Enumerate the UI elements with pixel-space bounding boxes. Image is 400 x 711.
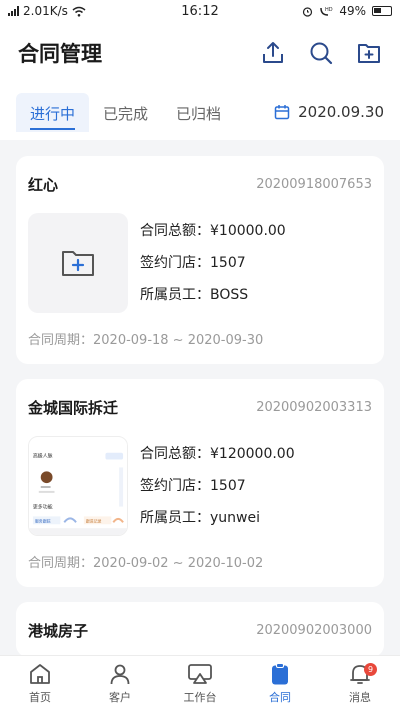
nav-contracts[interactable]: 合同: [240, 656, 320, 711]
nav-label: 消息: [349, 691, 371, 704]
bottom-nav: 首页 客户 工作台 合同 9 消息: [0, 655, 400, 711]
upload-icon[interactable]: [260, 40, 286, 66]
contract-store: 签约门店：1507: [140, 478, 246, 494]
network-speed: 2.01K/s: [23, 4, 68, 18]
thumb-text-b: 更多功能: [33, 504, 53, 511]
nav-messages[interactable]: 9 消息: [320, 656, 400, 711]
contract-thumbnail[interactable]: 高級人脉 更多功能 服务跟踪 跟进记录: [28, 436, 128, 536]
contract-thumbnail[interactable]: [28, 213, 128, 313]
contract-name: 金城国际拆迁: [28, 399, 119, 417]
signal-icon: [8, 6, 19, 16]
tab-in-progress[interactable]: 进行中: [16, 92, 90, 132]
contract-period: 合同周期：2020-09-18 ~ 2020-09-30: [28, 333, 264, 348]
contract-staff: 所属员工：yunwei: [140, 510, 260, 526]
add-folder-icon[interactable]: [356, 40, 382, 66]
battery-icon: [372, 6, 392, 16]
clock: 16:12: [181, 3, 219, 19]
tab-archived[interactable]: 已归档: [162, 93, 235, 132]
thumb-text-d: 跟进记录: [86, 518, 102, 523]
alarm-icon: [303, 6, 313, 17]
contract-total: 合同总额：¥10000.00: [140, 223, 286, 239]
nav-label: 合同: [269, 691, 291, 704]
status-bar: 2.01K/s 16:12 HD 49%: [0, 0, 400, 22]
contract-period: 合同周期：2020-09-02 ~ 2020-10-02: [28, 556, 264, 571]
contract-staff: 所属员工：BOSS: [140, 287, 249, 303]
contract-number: 20200902003313: [256, 400, 372, 415]
contract-store: 签约门店：1507: [140, 255, 246, 271]
person-icon: [110, 664, 130, 685]
svg-text:HD: HD: [325, 7, 333, 13]
screenshot-thumbnail-image: 高級人脉 更多功能 服务跟踪 跟进记录: [29, 438, 127, 535]
thumb-text-c: 服务跟踪: [35, 518, 51, 523]
date-value: 2020.09.30: [298, 103, 384, 121]
app-header: 合同管理: [0, 22, 400, 84]
contract-list: 红心 20200918007653 合同总额：¥10000.00 签约门店：15…: [0, 140, 400, 655]
contract-card[interactable]: 金城国际拆迁 20200902003313 高級人脉 更多功能 服务跟踪 跟进记…: [16, 379, 384, 587]
date-filter[interactable]: 2020.09.30: [274, 103, 384, 121]
clipboard-icon: [272, 663, 288, 685]
contract-card[interactable]: 红心 20200918007653 合同总额：¥10000.00 签约门店：15…: [16, 156, 384, 364]
home-icon: [30, 664, 50, 684]
calendar-icon: [274, 105, 290, 120]
nav-label: 首页: [29, 691, 51, 704]
status-tabs: 进行中 已完成 已归档: [16, 92, 274, 132]
hd-call-icon: HD: [320, 7, 333, 16]
contract-card[interactable]: 港城房子 20200902003000: [16, 602, 384, 655]
thumb-text-a: 高級人脉: [33, 453, 53, 460]
contract-total: 合同总额：¥120000.00: [140, 446, 295, 462]
contract-name: 港城房子: [28, 622, 89, 640]
contract-number: 20200902003000: [256, 623, 372, 638]
add-folder-icon: [62, 251, 94, 276]
nav-label: 工作台: [183, 691, 217, 704]
nav-label: 客户: [109, 691, 131, 704]
contract-number: 20200918007653: [256, 177, 372, 192]
tab-completed[interactable]: 已完成: [89, 93, 162, 132]
search-icon[interactable]: [308, 40, 334, 66]
battery-percent: 49%: [339, 4, 366, 18]
message-badge: 9: [364, 663, 377, 676]
nav-workbench[interactable]: 工作台: [160, 656, 240, 711]
filter-bar: 进行中 已完成 已归档 2020.09.30: [0, 84, 400, 140]
nav-home[interactable]: 首页: [0, 656, 80, 711]
page-title: 合同管理: [18, 42, 102, 66]
contract-name: 红心: [28, 176, 59, 194]
nav-customers[interactable]: 客户: [80, 656, 160, 711]
workbench-icon: [188, 664, 212, 684]
wifi-icon: [72, 6, 86, 17]
